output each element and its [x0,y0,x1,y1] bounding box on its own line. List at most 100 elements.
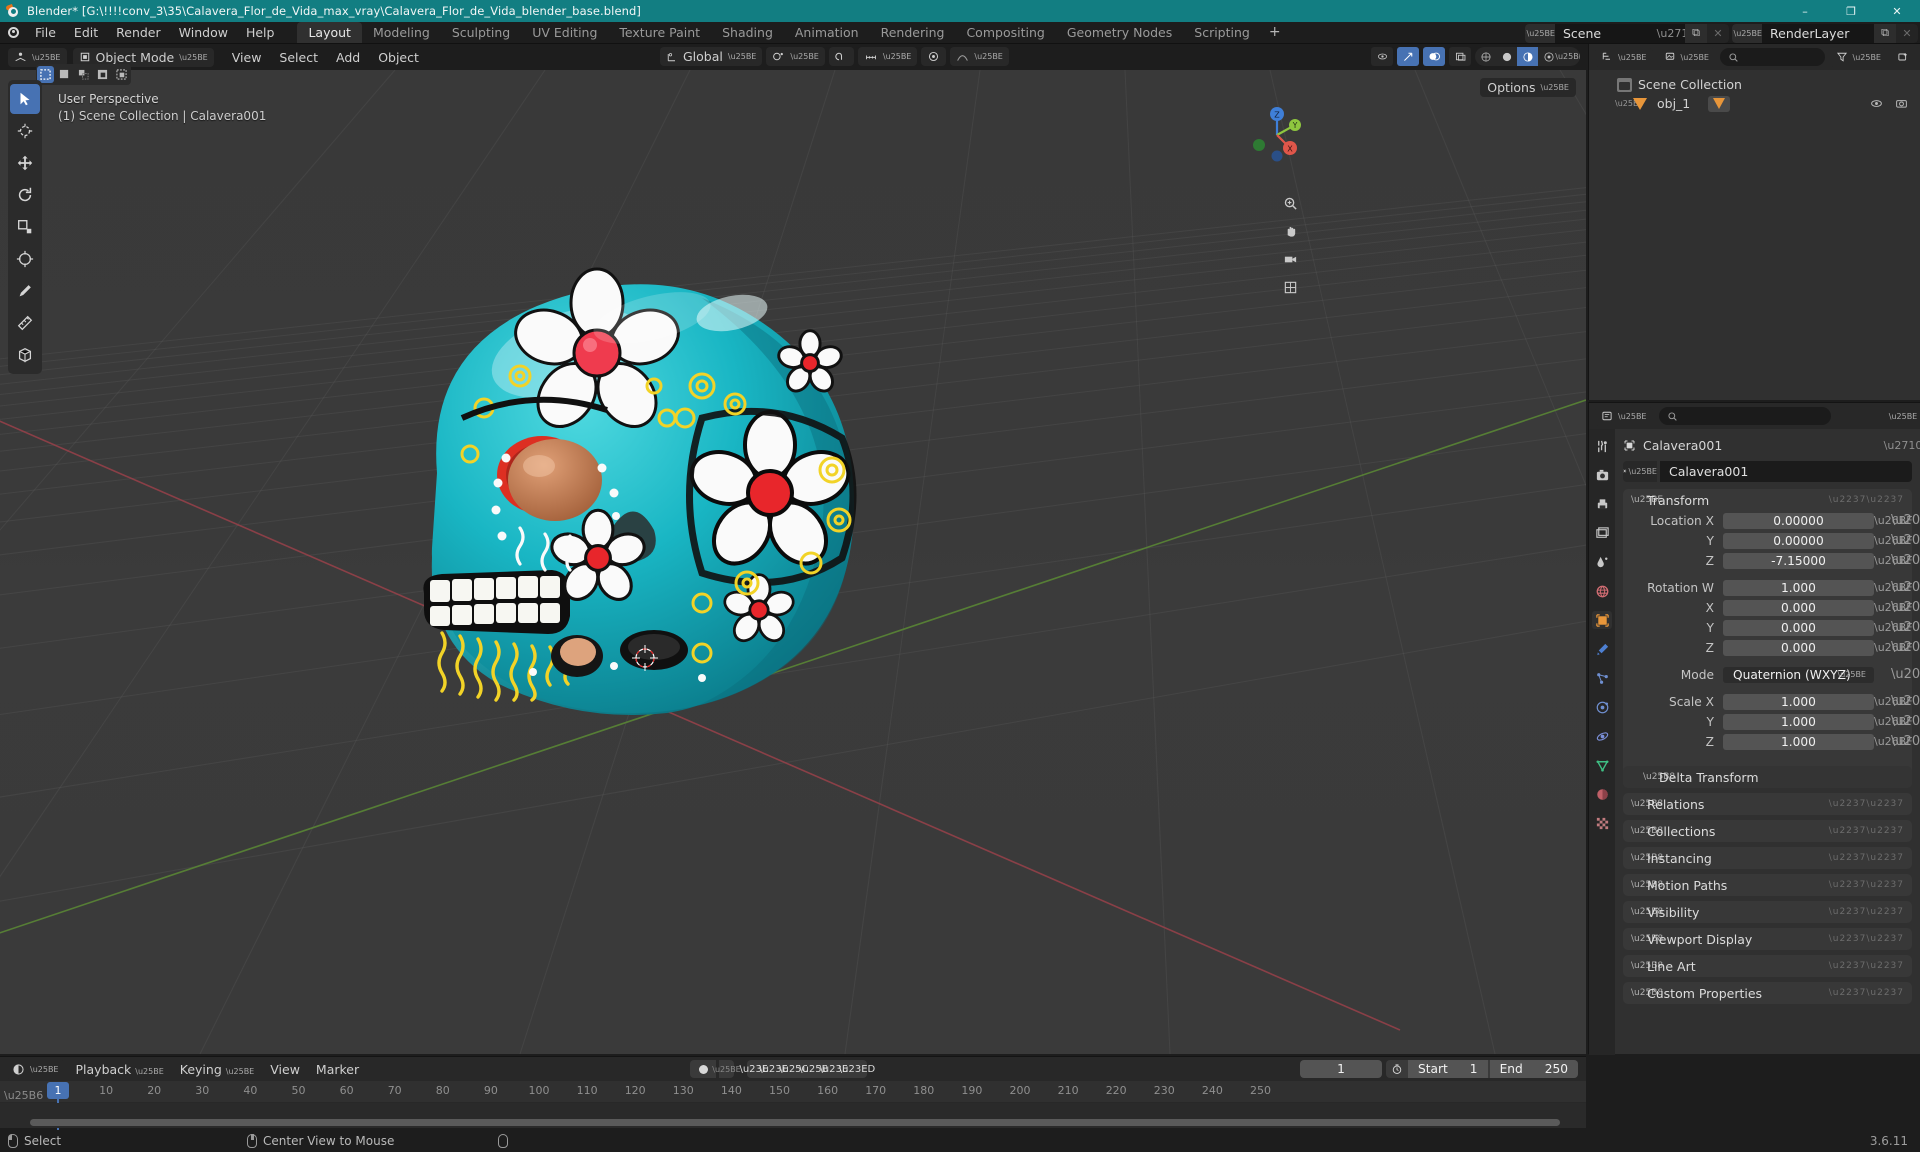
animate-scale-y-icon[interactable]: \u2022 [1891,715,1920,728]
expand-triangle-icon[interactable]: \u25B6 [1615,99,1644,108]
camera-view-icon[interactable] [1281,250,1300,269]
zoom-icon[interactable] [1281,194,1300,213]
scale-z-input[interactable]: 1.000 [1723,733,1874,750]
animate-rotation-w-icon[interactable]: \u2022 [1891,581,1920,594]
transform-tool[interactable] [10,244,40,274]
overlays-toggle-icon[interactable] [1423,47,1445,66]
move-tool[interactable] [10,148,40,178]
timeline-menu-playback[interactable]: Playback \u25BE [68,1060,172,1079]
lock-location-z-icon[interactable]: \u26BF [1874,554,1913,567]
visibility-panel[interactable]: \u25B8 Visibility \u2237\u2237 [1623,901,1912,923]
menu-file[interactable]: File [26,23,65,43]
viewport-canvas[interactable] [0,70,1586,1054]
lock-scale-x-icon[interactable]: \u26BF [1874,695,1913,708]
hide-in-viewport-icon[interactable] [1870,97,1883,110]
timeline-menu-keying[interactable]: Keying \u25BE [172,1060,262,1079]
rotate-tool[interactable] [10,180,40,210]
lock-rotation-x-icon[interactable]: \u26BF [1874,601,1913,614]
constraints-tab[interactable] [1592,727,1612,745]
properties-options-caret[interactable]: \u25BE [1889,406,1917,426]
visibility-selector-icon[interactable] [1371,47,1393,66]
object-name-input[interactable]: Calavera001 [1660,460,1912,482]
scale-y-input[interactable]: 1.000 [1723,713,1874,730]
animate-rotation-mode-icon[interactable]: \u2022 [1891,668,1920,681]
jump-to-end-button[interactable]: \u23ED [839,1060,875,1078]
remove-view-layer-button[interactable]: ✕ [1896,23,1918,43]
mesh-data-icon[interactable] [1708,95,1731,112]
timeline-track-area[interactable] [0,1103,1586,1128]
add-workspace-button[interactable]: + [1261,22,1289,43]
new-collection-button[interactable] [1892,47,1914,67]
viewport-menu-add[interactable]: Add [328,48,368,67]
line-art-panel[interactable]: \u25B8 Line Art \u2237\u2237 [1623,955,1912,977]
timeline-playhead[interactable]: 1 [47,1082,69,1099]
tab-texture-paint[interactable]: Texture Paint [608,22,711,43]
timeline-editor[interactable]: \u25BE Playback \u25BE Keying \u25BE Vie… [0,1056,1586,1149]
view-layer-selector[interactable]: \u25BE RenderLayer ⧉ ✕ [1732,23,1918,43]
object-id-icon[interactable]: \u25BE [1623,460,1657,482]
tab-geometry-nodes[interactable]: Geometry Nodes [1056,22,1183,43]
start-frame-input[interactable]: Start 1 [1408,1060,1488,1078]
outliner-filter-button[interactable]: \u25BE [1829,47,1887,67]
shading-solid[interactable] [1496,47,1517,66]
pin-id-icon[interactable]: \u2710 [1884,436,1920,455]
transform-orientation-selector[interactable]: Global \u25BE [660,47,763,66]
scene-selector[interactable]: \u25BE Scene \u2710 ⧉ ✕ [1525,23,1729,43]
menu-help[interactable]: Help [237,23,284,43]
toggle-orthographic-icon[interactable] [1281,278,1300,297]
select-subtract-icon[interactable] [75,66,92,83]
animate-location-y-icon[interactable]: \u2022 [1891,534,1920,547]
tab-scripting[interactable]: Scripting [1183,22,1261,43]
shading-material-preview[interactable] [1517,47,1538,66]
material-tab[interactable] [1592,785,1612,803]
view-layer-name[interactable]: RenderLayer [1762,23,1874,43]
cursor-tool[interactable] [10,116,40,146]
texture-tab[interactable] [1592,814,1612,832]
snap-toggle-button[interactable] [828,47,854,66]
tab-rendering[interactable]: Rendering [870,22,956,43]
tab-animation[interactable]: Animation [784,22,870,43]
lock-scale-y-icon[interactable]: \u26BF [1874,715,1913,728]
animate-scale-z-icon[interactable]: \u2022 [1891,735,1920,748]
snap-settings-selector[interactable]: \u25BE [857,47,918,66]
tab-layout[interactable]: Layout [297,22,362,43]
properties-editor[interactable]: \u25BE \u25BE Calavera001 \u2710 \u25BE … [1588,402,1920,1055]
animate-scale-x-icon[interactable]: \u2022 [1891,695,1920,708]
pan-hand-icon[interactable] [1281,222,1300,241]
timeline-menu-view[interactable]: View [262,1060,308,1079]
blender-menu-icon[interactable] [0,23,26,43]
measure-tool[interactable] [10,308,40,338]
world-tab[interactable] [1592,582,1612,600]
animate-location-x-icon[interactable]: \u2022 [1891,514,1920,527]
tab-shading[interactable]: Shading [711,22,784,43]
lock-scale-z-icon[interactable]: \u26BF [1874,735,1913,748]
scale-tool[interactable] [10,212,40,242]
outliner-display-mode-selector[interactable]: \u25BE [1657,47,1715,67]
motion-paths-panel[interactable]: \u25B8 Motion Paths \u2237\u2237 [1623,874,1912,896]
minimize-button[interactable]: – [1782,0,1828,22]
outliner-editor[interactable]: \u25BE \u25BE \u25BE Scene Collection \u… [1588,44,1920,400]
rotation-mode-select[interactable]: Quaternion (WXYZ) \u25BE [1723,666,1874,683]
outliner-row-obj-1[interactable]: \u25B6 obj_1 [1589,94,1920,113]
menu-edit[interactable]: Edit [65,23,107,43]
timeline-ruler[interactable]: 10 20 30 40 50 60 70 80 90 100 110 120 130 140 150 160 1… [0,1081,1586,1149]
rotation-y-input[interactable]: 0.000 [1723,619,1874,636]
animate-rotation-z-icon[interactable]: \u2022 [1891,641,1920,654]
rotation-z-input[interactable]: 0.000 [1723,639,1874,656]
proportional-falloff-selector[interactable]: \u25BE [950,47,1009,66]
animate-rotation-x-icon[interactable]: \u2022 [1891,601,1920,614]
scale-x-input[interactable]: 1.000 [1723,693,1874,710]
properties-editor-type-icon[interactable]: \u25BE [1595,406,1653,426]
annotate-tool[interactable] [10,276,40,306]
maximize-button[interactable]: ❐ [1828,0,1874,22]
viewport-menu-view[interactable]: View [224,48,270,67]
shading-options-caret[interactable]: \u25BE [1555,47,1580,66]
remove-scene-button[interactable]: ✕ [1707,23,1729,43]
shading-wireframe[interactable] [1475,47,1496,66]
select-extend-icon[interactable] [56,66,73,83]
delta-transform-panel[interactable]: \u25B8 Delta Transform [1623,766,1912,788]
tool-tab[interactable] [1592,437,1612,455]
viewport-display-panel[interactable]: \u25B8 Viewport Display \u2237\u2237 [1623,928,1912,950]
pin-scene-icon[interactable]: \u2710 [1657,24,1696,43]
current-frame-input[interactable]: 1 [1300,1060,1383,1078]
